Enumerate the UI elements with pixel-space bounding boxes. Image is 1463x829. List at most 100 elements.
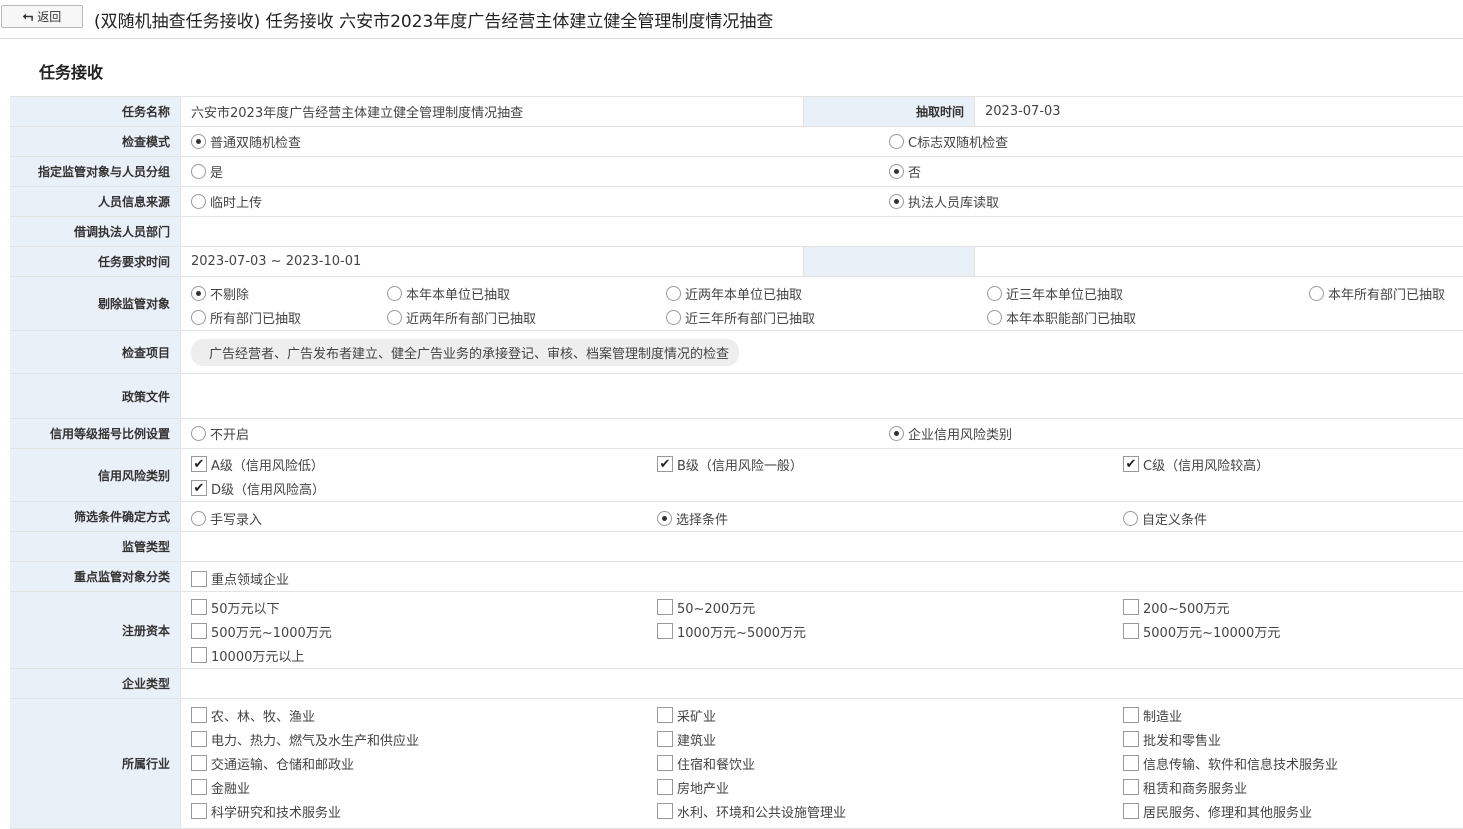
policy-value — [181, 374, 1463, 418]
checkbox-icon[interactable] — [191, 731, 207, 747]
checkbox-icon[interactable] — [191, 803, 207, 819]
checkbox-checked-icon[interactable]: ✔ — [191, 480, 207, 496]
radio-option[interactable]: 本年所有部门已抽取 — [1309, 281, 1459, 305]
radio-checked-icon[interactable] — [657, 511, 672, 526]
radio-icon[interactable] — [191, 194, 206, 209]
checkbox-option[interactable]: 1000万元~5000万元 — [657, 619, 1123, 643]
checkbox-option[interactable]: 居民服务、修理和其他服务业 — [1123, 799, 1453, 823]
radio-checked-icon[interactable] — [889, 426, 904, 441]
checkbox-option[interactable]: 住宿和餐饮业 — [657, 751, 1123, 775]
radio-icon[interactable] — [1309, 285, 1324, 301]
checkbox-checked-icon[interactable]: ✔ — [191, 456, 207, 472]
checkbox-icon[interactable] — [191, 779, 207, 795]
checkbox-option[interactable]: 50万元以下 — [191, 595, 657, 619]
checkbox-option[interactable]: 500万元~1000万元 — [191, 619, 657, 643]
radio-option[interactable]: 所有部门已抽取 — [191, 305, 387, 329]
checkbox-icon[interactable] — [1123, 779, 1139, 795]
radio-option[interactable]: 近三年本单位已抽取 — [987, 281, 1309, 305]
checkbox-icon[interactable] — [657, 803, 673, 819]
checkbox-option[interactable]: 批发和零售业 — [1123, 727, 1453, 751]
radio-icon[interactable] — [889, 134, 904, 149]
radio-option[interactable]: C标志双随机检查 — [889, 130, 1008, 154]
radio-icon[interactable] — [191, 511, 206, 526]
checkbox-checked-icon[interactable]: ✔ — [657, 456, 673, 472]
checkbox-icon[interactable] — [657, 779, 673, 795]
radio-option[interactable]: 自定义条件 — [1123, 507, 1453, 531]
row-check-items: 检查项目 广告经营者、广告发布者建立、健全广告业务的承接登记、审核、档案管理制度… — [10, 331, 1463, 374]
checkbox-icon[interactable] — [657, 707, 673, 723]
checkbox-icon[interactable] — [1123, 803, 1139, 819]
radio-option[interactable]: 手写录入 — [191, 507, 657, 531]
option-label: 租赁和商务服务业 — [1143, 781, 1248, 797]
checkbox-option[interactable]: 信息传输、软件和信息技术服务业 — [1123, 751, 1453, 775]
radio-option[interactable]: 普通双随机检查 — [191, 130, 889, 154]
radio-option[interactable]: 执法人员库读取 — [889, 190, 999, 214]
radio-option[interactable]: 不剔除 — [191, 281, 387, 305]
checkbox-option[interactable]: 采矿业 — [657, 703, 1123, 727]
checkbox-icon[interactable] — [657, 623, 673, 639]
radio-option[interactable]: 不开启 — [191, 422, 889, 446]
radio-icon[interactable] — [666, 285, 681, 301]
radio-checked-icon[interactable] — [889, 164, 904, 179]
radio-checked-icon[interactable] — [191, 134, 206, 149]
checkbox-option[interactable]: 水利、环境和公共设施管理业 — [657, 799, 1123, 823]
checkbox-icon[interactable] — [657, 731, 673, 747]
radio-icon[interactable] — [987, 309, 1002, 325]
checkbox-option[interactable]: ✔ D级（信用风险高） — [191, 476, 657, 500]
radio-icon[interactable] — [191, 164, 206, 179]
checkbox-icon[interactable] — [191, 570, 207, 587]
checkbox-icon[interactable] — [1123, 707, 1139, 723]
radio-icon[interactable] — [191, 309, 206, 325]
checkbox-option[interactable]: 房地产业 — [657, 775, 1123, 799]
checkbox-icon[interactable] — [191, 755, 207, 771]
radio-option[interactable]: 选择条件 — [657, 507, 1123, 531]
back-button[interactable]: ⮢ 返回 — [1, 5, 83, 28]
radio-icon[interactable] — [987, 285, 1002, 301]
checkbox-option[interactable]: 制造业 — [1123, 703, 1453, 727]
radio-option[interactable]: 企业信用风险类别 — [889, 422, 1012, 446]
radio-icon[interactable] — [387, 309, 402, 325]
radio-option[interactable]: 近两年所有部门已抽取 — [387, 305, 666, 329]
radio-option[interactable]: 近两年本单位已抽取 — [666, 281, 987, 305]
radio-option[interactable]: 本年本单位已抽取 — [387, 281, 666, 305]
checkbox-option[interactable]: 重点领域企业 — [191, 567, 289, 591]
checkbox-option[interactable]: ✔ B级（信用风险一般） — [657, 452, 1123, 476]
checkbox-icon[interactable] — [1123, 623, 1139, 639]
checkbox-option[interactable]: 金融业 — [191, 775, 657, 799]
checkbox-icon[interactable] — [191, 707, 207, 723]
checkbox-option[interactable]: 科学研究和技术服务业 — [191, 799, 657, 823]
checkbox-option[interactable]: 10000万元以上 — [191, 643, 657, 667]
radio-option[interactable]: 临时上传 — [191, 190, 889, 214]
radio-option[interactable]: 是 — [191, 160, 889, 184]
radio-icon[interactable] — [387, 285, 402, 301]
radio-checked-icon[interactable] — [191, 285, 206, 301]
checkbox-option[interactable]: 50~200万元 — [657, 595, 1123, 619]
checkbox-option[interactable]: 电力、热力、燃气及水生产和供应业 — [191, 727, 657, 751]
check-item-tag[interactable]: 广告经营者、广告发布者建立、健全广告业务的承接登记、审核、档案管理制度情况的检查 — [191, 338, 740, 366]
checkbox-checked-icon[interactable]: ✔ — [1123, 456, 1139, 472]
radio-option[interactable]: 近三年所有部门已抽取 — [666, 305, 987, 329]
radio-icon[interactable] — [191, 426, 206, 441]
checkbox-icon[interactable] — [191, 599, 207, 615]
checkbox-option[interactable]: 交通运输、仓储和邮政业 — [191, 751, 657, 775]
checkbox-option[interactable]: 农、林、牧、渔业 — [191, 703, 657, 727]
checkbox-option[interactable]: ✔ A级（信用风险低） — [191, 452, 657, 476]
checkbox-icon[interactable] — [657, 599, 673, 615]
checkbox-option[interactable]: 建筑业 — [657, 727, 1123, 751]
checkbox-icon[interactable] — [1123, 755, 1139, 771]
checkbox-icon[interactable] — [191, 647, 207, 663]
row-key-object: 重点监管对象分类 重点领域企业 — [10, 562, 1463, 592]
radio-option[interactable]: 否 — [889, 160, 921, 184]
radio-checked-icon[interactable] — [889, 194, 904, 209]
checkbox-icon[interactable] — [1123, 599, 1139, 615]
checkbox-icon[interactable] — [1123, 731, 1139, 747]
checkbox-option[interactable]: 200~500万元 — [1123, 595, 1453, 619]
checkbox-icon[interactable] — [191, 623, 207, 639]
radio-icon[interactable] — [666, 309, 681, 325]
checkbox-option[interactable]: 租赁和商务服务业 — [1123, 775, 1453, 799]
checkbox-icon[interactable] — [657, 755, 673, 771]
radio-icon[interactable] — [1123, 511, 1138, 526]
radio-option[interactable]: 本年本职能部门已抽取 — [987, 305, 1309, 329]
checkbox-option[interactable]: 5000万元~10000万元 — [1123, 619, 1453, 643]
checkbox-option[interactable]: ✔ C级（信用风险较高） — [1123, 452, 1453, 476]
